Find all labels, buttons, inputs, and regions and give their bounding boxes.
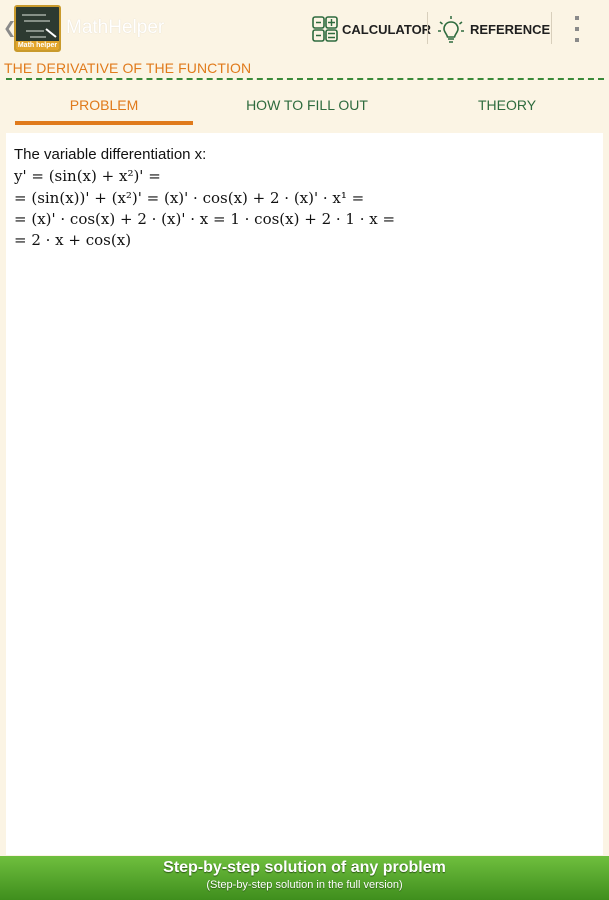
solution-line: y' = (sin(x) + x²)' = — [14, 167, 161, 185]
reference-label: REFERENCE — [470, 21, 551, 37]
tab-how-to-fill-out[interactable]: HOW TO FILL OUT — [207, 88, 407, 126]
app-logo[interactable]: Math helper — [14, 5, 61, 52]
action-divider — [551, 12, 552, 44]
calculator-button[interactable]: CALCULATOR — [312, 14, 431, 44]
action-bar: ❮ Math helper MathHelper CALCULATOR REFE… — [0, 0, 609, 56]
tab-theory[interactable]: THEORY — [407, 88, 607, 126]
upgrade-banner[interactable]: Step-by-step solution of any problem (St… — [0, 856, 609, 900]
active-tab-indicator — [15, 121, 193, 125]
calculator-label: CALCULATOR — [342, 21, 432, 37]
solution-lead: The variable differentiation x: — [14, 146, 207, 163]
section-title: THE DERIVATIVE OF THE FUNCTION — [4, 60, 252, 76]
app-title: MathHelper — [66, 17, 165, 38]
solution-line: = (sin(x))' + (x²)' = (x)' · cos(x) + 2 … — [14, 189, 365, 207]
dashed-divider — [6, 78, 604, 80]
action-divider — [427, 12, 428, 44]
solution-line: = 2 · x + cos(x) — [14, 231, 132, 249]
banner-subtitle: (Step-by-step solution in the full versi… — [206, 879, 403, 891]
calculator-icon — [312, 16, 338, 42]
lightbulb-icon — [438, 16, 464, 43]
overflow-menu-icon[interactable] — [570, 16, 584, 42]
reference-button[interactable]: REFERENCE — [436, 14, 550, 44]
solution-panel: The variable differentiation x: y' = (si… — [6, 133, 603, 855]
blackboard-icon — [16, 7, 59, 43]
banner-title: Step-by-step solution of any problem — [163, 859, 446, 876]
solution-line: = (x)' · cos(x) + 2 · (x)' · x = 1 · cos… — [14, 210, 396, 228]
logo-tag: Math helper — [16, 41, 59, 50]
